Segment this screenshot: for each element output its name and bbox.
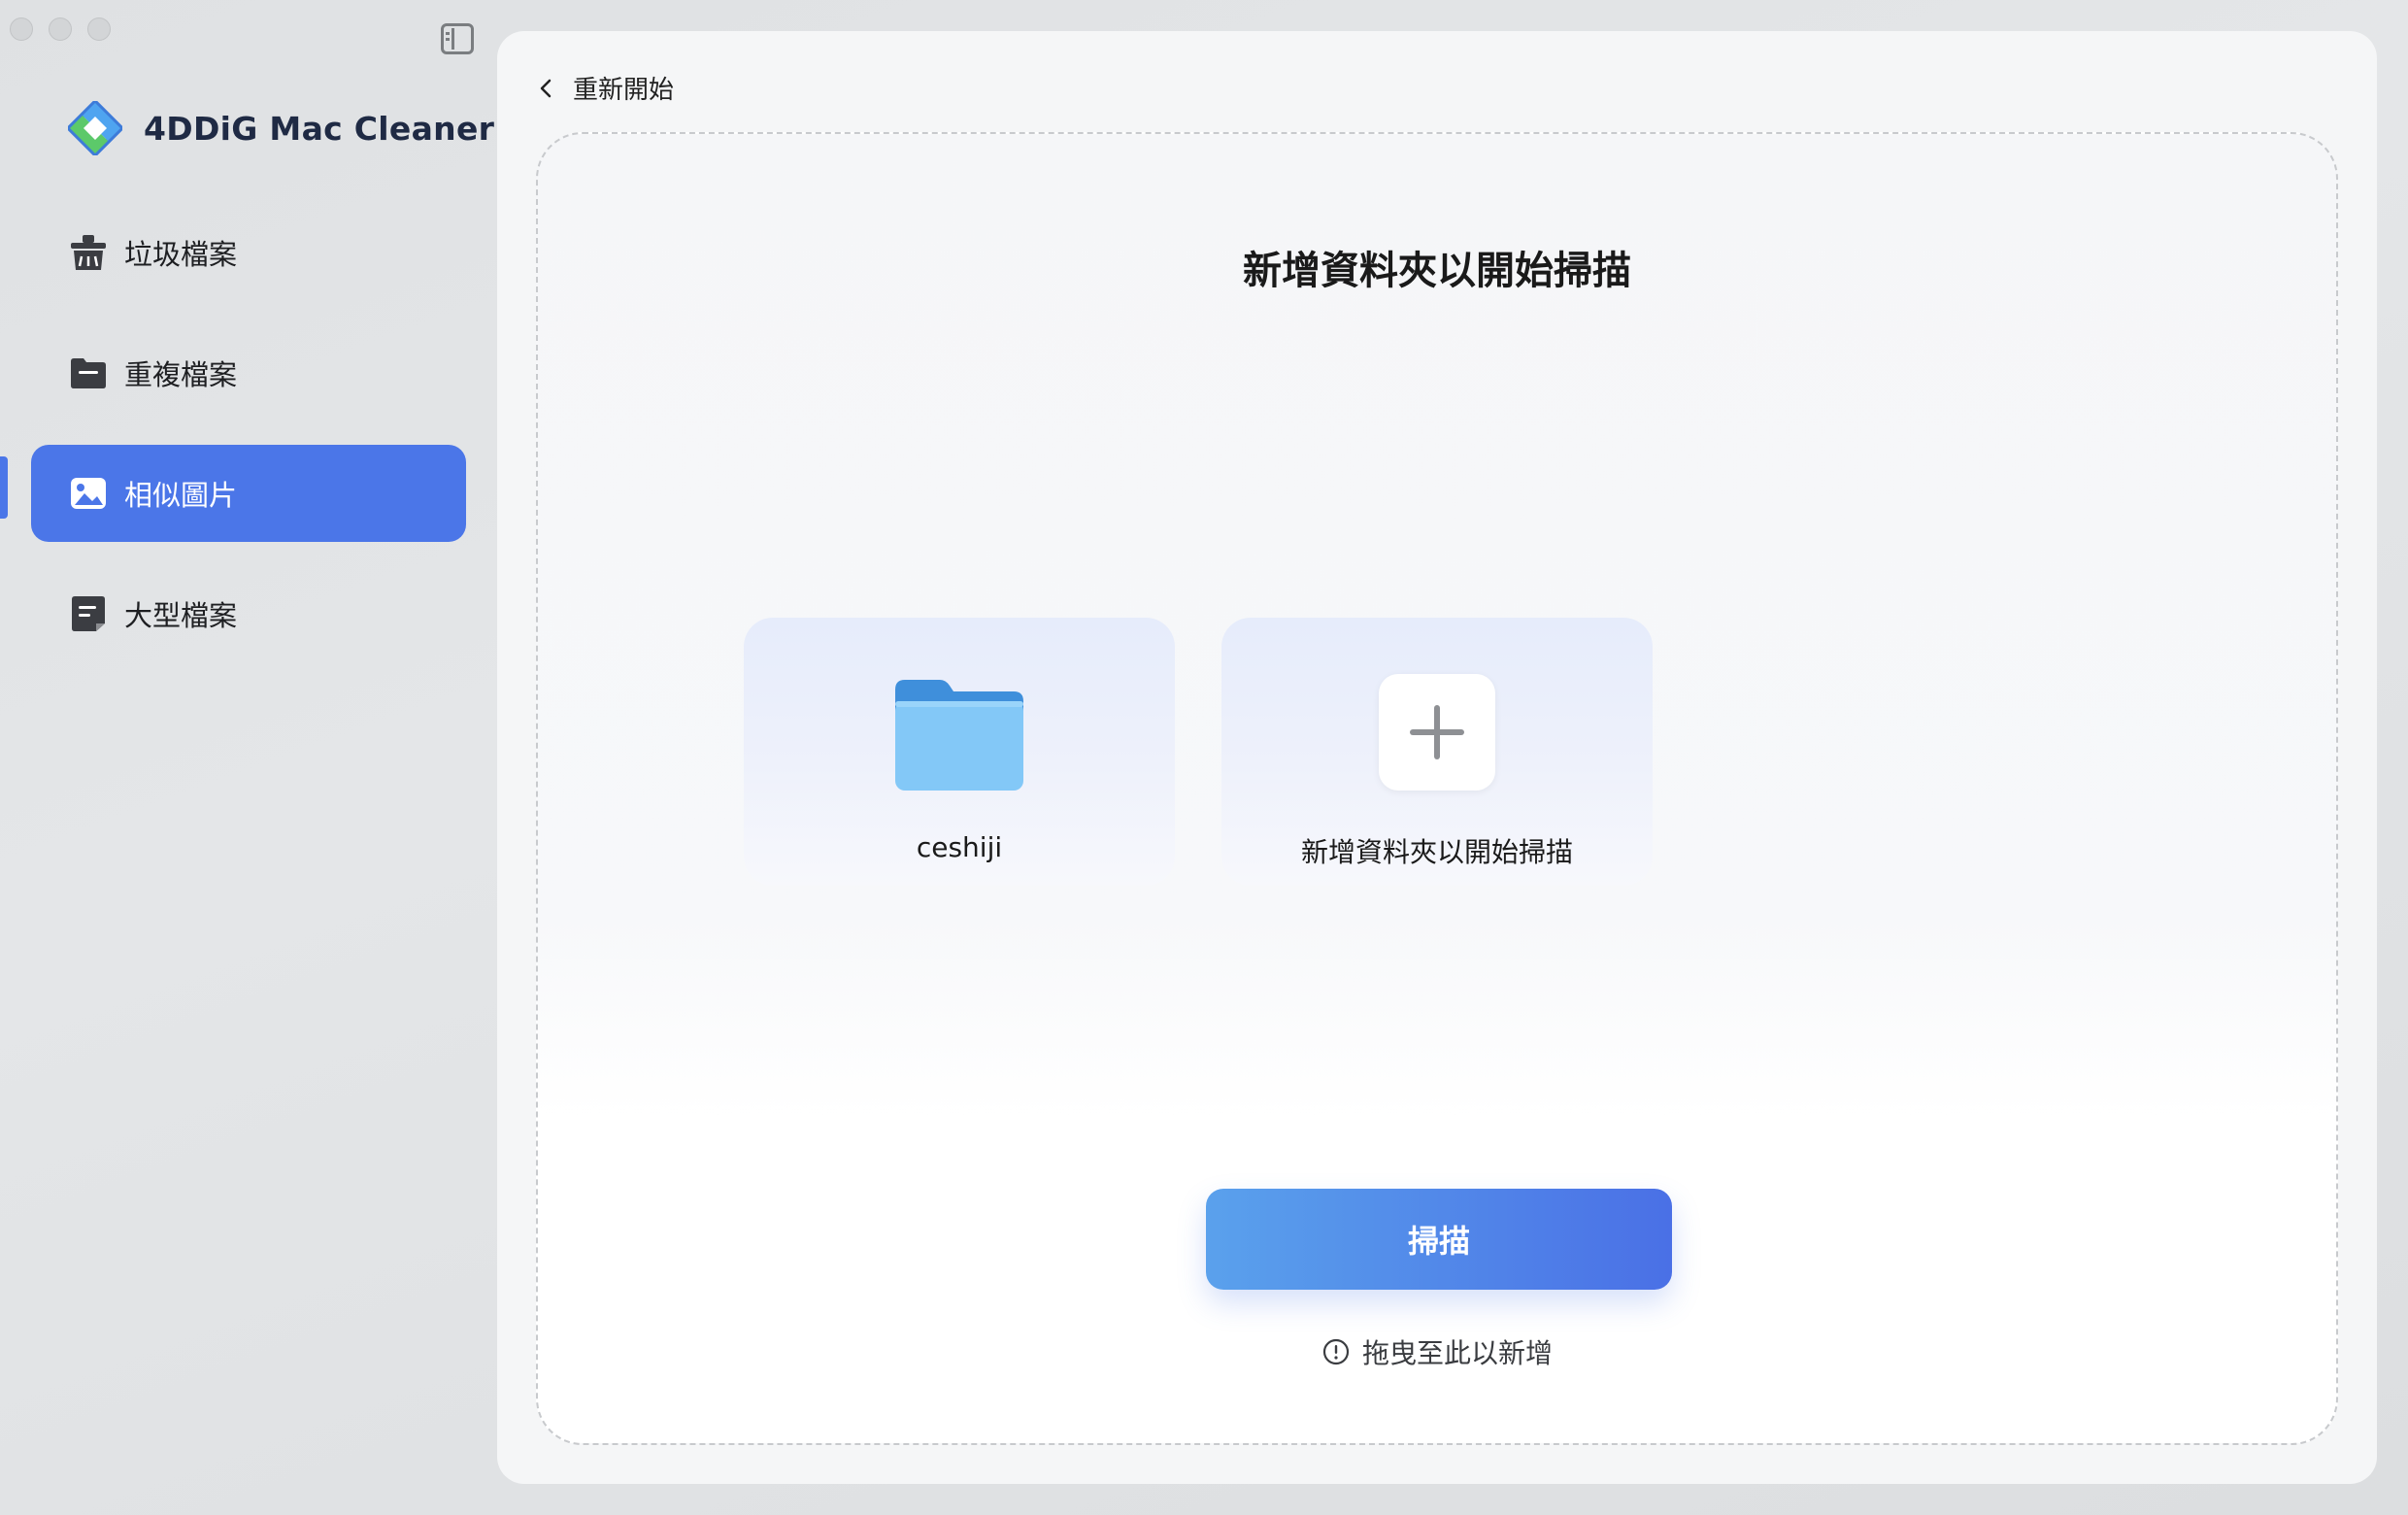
document-icon (68, 593, 109, 634)
sidebar-item-label: 大型檔案 (124, 599, 238, 632)
add-folder-card-label: 新增資料夾以開始掃描 (1300, 836, 1573, 868)
zoom-window-button[interactable] (87, 17, 111, 41)
drag-hint-text: 拖曳至此以新增 (1361, 1337, 1553, 1369)
trash-broom-icon (68, 232, 109, 273)
folder-cards: ceshiji 新增資料夾以開始掃描 (744, 618, 1653, 886)
dropzone-title: 新增資料夾以開始掃描 (1243, 249, 1631, 293)
sidebar-item-large-files[interactable]: 大型檔案 (31, 565, 466, 662)
close-window-button[interactable] (10, 17, 33, 41)
main-panel: 重新開始 新增資料夾以開始掃描 ceshiji 新增資料夾以開始掃描 掃描 拖曳… (497, 31, 2377, 1484)
folder-dropzone[interactable]: 新增資料夾以開始掃描 ceshiji 新增資料夾以開始掃描 掃描 拖曳至此以新增 (536, 132, 2338, 1445)
app-brand: 4DDiG Mac Cleaner (68, 101, 494, 155)
restart-label: 重新開始 (573, 76, 675, 105)
folder-card[interactable]: ceshiji (744, 618, 1175, 886)
folder-icon (68, 353, 109, 393)
sidebar-toggle-icon[interactable] (441, 23, 474, 54)
sidebar-item-similar-images[interactable]: 相似圖片 (31, 445, 466, 542)
app-name: 4DDiG Mac Cleaner (144, 109, 495, 148)
sidebar-nav: 垃圾檔案 重複檔案 相似圖片 大型檔案 (31, 204, 466, 686)
sidebar-item-duplicate-files[interactable]: 重複檔案 (31, 324, 466, 421)
active-nav-marker (0, 456, 8, 519)
folder-card-label: ceshiji (916, 831, 1003, 863)
folder-icon (895, 680, 1023, 791)
sidebar-item-label: 相似圖片 (124, 479, 238, 512)
image-icon (68, 473, 109, 514)
window-controls (10, 17, 111, 41)
sidebar-item-junk-files[interactable]: 垃圾檔案 (31, 204, 466, 301)
sidebar-item-label: 重複檔案 (124, 358, 238, 391)
minimize-window-button[interactable] (49, 17, 72, 41)
drag-hint: 拖曳至此以新增 (538, 1332, 2336, 1371)
chevron-left-icon (540, 79, 552, 97)
app-logo-icon (68, 101, 122, 155)
scan-button[interactable]: 掃描 (1206, 1189, 1672, 1290)
plus-icon (1379, 674, 1495, 791)
restart-link[interactable]: 重新開始 (536, 70, 674, 106)
info-icon (1322, 1338, 1350, 1365)
sidebar-item-label: 垃圾檔案 (124, 238, 238, 271)
add-folder-card[interactable]: 新增資料夾以開始掃描 (1221, 618, 1653, 886)
